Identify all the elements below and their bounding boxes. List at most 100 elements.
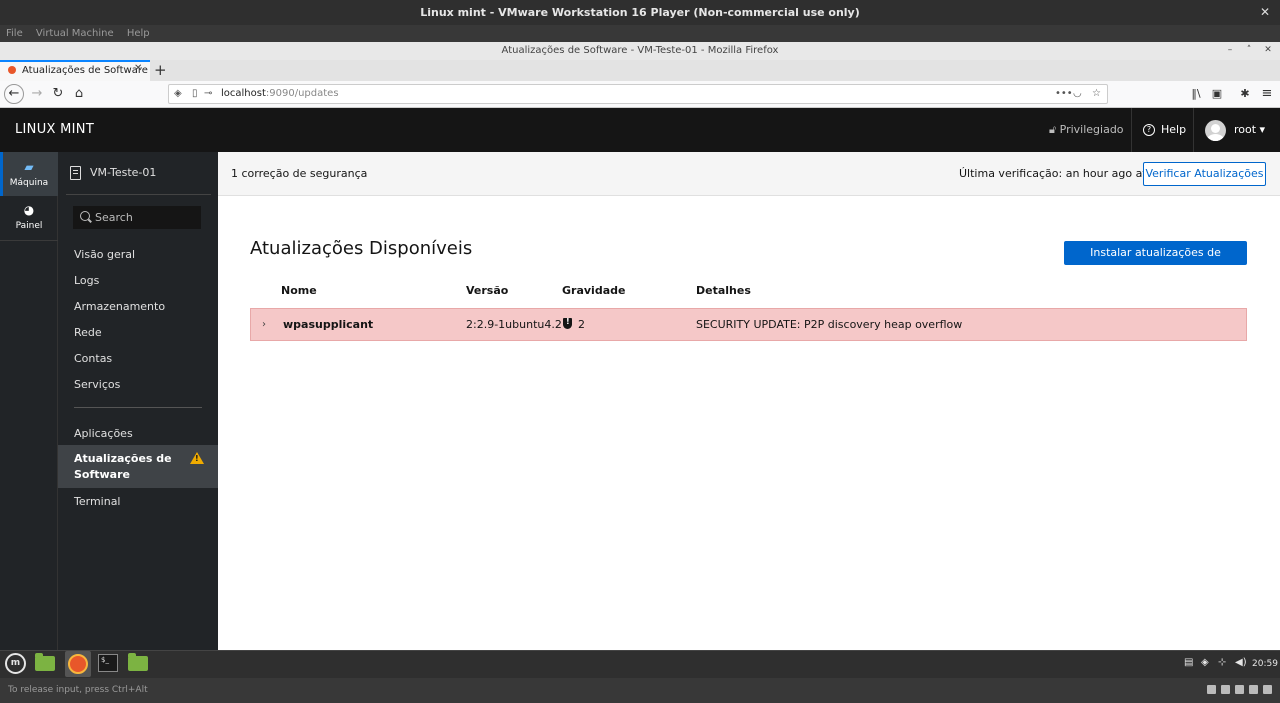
page-title: Atualizações Disponíveis <box>250 238 473 259</box>
sidebar-icon[interactable]: ▣ <box>1210 85 1224 103</box>
package-name: wpasupplicant <box>283 318 374 331</box>
privileged-button[interactable]: 🔓︎ Privilegiado <box>1049 108 1124 152</box>
sidebar-item-aplicacoes[interactable]: Aplicações <box>74 427 204 440</box>
sound-card-icon[interactable] <box>1249 685 1258 694</box>
chevron-right-icon[interactable]: › <box>262 308 266 341</box>
vmware-menu-help[interactable]: Help <box>127 28 150 39</box>
column-header-versao: Versão <box>466 284 509 297</box>
privileged-label: Privilegiado <box>1059 123 1124 136</box>
package-version: 2:2.9-1ubuntu4.2 <box>466 318 562 331</box>
sidebar-divider <box>74 407 202 408</box>
sidebar-item-atualizacoes-label: Atualizações de Software <box>74 452 172 481</box>
sidebar-item-logs[interactable]: Logs <box>74 274 204 287</box>
vmware-menu-bar: File Virtual Machine Help <box>0 25 1280 42</box>
shield-tracking-icon[interactable]: ◈ <box>174 86 182 102</box>
warning-icon: ! <box>190 452 204 464</box>
user-menu[interactable]: root ▾ <box>1234 108 1265 152</box>
rail-divider <box>0 240 58 241</box>
library-icon[interactable]: ‖\ <box>1189 85 1203 103</box>
browser-tab[interactable]: Atualizações de Software - <box>0 60 150 81</box>
cockpit-favicon-icon <box>8 66 16 74</box>
pocket-icon[interactable]: ◡ <box>1073 86 1082 102</box>
package-severity: 2 <box>578 318 585 331</box>
package-details: SECURITY UPDATE: P2P discovery heap over… <box>696 318 963 331</box>
host-name[interactable]: VM-Teste-01 <box>90 152 156 194</box>
new-tab-icon[interactable]: + <box>154 61 167 79</box>
url-path: :9090/updates <box>265 88 339 99</box>
url-host: localhost <box>221 88 266 99</box>
vmware-status-bar: To release input, press Ctrl+Alt <box>0 678 1280 703</box>
security-fix-count: 1 correção de segurança <box>231 167 368 180</box>
terminal-icon[interactable]: $_ <box>98 654 118 672</box>
install-security-updates-button[interactable]: Instalar atualizações de segurança <box>1064 241 1247 283</box>
firefox-icon[interactable] <box>68 654 88 674</box>
sidebar-divider <box>66 194 211 195</box>
network-adapter-icon[interactable] <box>1221 685 1230 694</box>
home-icon[interactable]: ⌂ <box>72 85 86 103</box>
files-folder-icon[interactable] <box>35 653 55 671</box>
vmware-menu-virtual-machine[interactable]: Virtual Machine <box>36 28 114 39</box>
rail-item-maquina[interactable] <box>0 152 58 196</box>
help-button[interactable]: ? Help <box>1143 108 1186 152</box>
clock[interactable]: 20:59 <box>1252 650 1278 678</box>
column-header-detalhes: Detalhes <box>696 284 751 297</box>
header-divider <box>1193 108 1194 152</box>
printer-icon[interactable] <box>1235 685 1244 694</box>
minimize-icon[interactable]: – <box>1224 44 1236 56</box>
mint-menu-icon[interactable]: m <box>5 653 26 674</box>
sidebar-item-rede[interactable]: Rede <box>74 326 204 339</box>
rail-label-maquina: Máquina <box>9 178 49 188</box>
display-icon[interactable] <box>1263 685 1272 694</box>
update-shield-icon[interactable]: ◈ <box>1201 656 1209 670</box>
check-updates-button[interactable]: Verificar Atualizações <box>1143 162 1266 186</box>
url-text[interactable]: localhost:9090/updates <box>221 84 339 104</box>
help-label: Help <box>1161 123 1187 136</box>
dashboard-icon[interactable]: ◕ <box>0 203 58 217</box>
sidebar-item-visao-geral[interactable]: Visão geral <box>74 248 204 261</box>
column-header-nome: Nome <box>281 284 317 297</box>
volume-icon[interactable]: ◀) <box>1235 656 1247 670</box>
security-shield-icon <box>563 317 572 329</box>
sidebar-item-servicos[interactable]: Serviços <box>74 378 204 391</box>
search-icon <box>80 211 90 221</box>
host-document-icon <box>70 166 81 180</box>
main-content <box>218 152 1280 650</box>
tab-close-icon[interactable]: ✕ <box>134 64 144 74</box>
unlock-icon: 🔓︎ <box>1049 123 1060 136</box>
vmware-menu-file[interactable]: File <box>6 28 23 39</box>
maximize-icon[interactable]: ˄ <box>1243 44 1255 56</box>
search-input[interactable] <box>95 206 200 229</box>
bookmark-star-icon[interactable]: ☆ <box>1092 86 1101 102</box>
hamburger-menu-icon[interactable]: ≡ <box>1260 85 1274 103</box>
extensions-icon[interactable]: ✱ <box>1238 85 1252 103</box>
user-label: root <box>1234 123 1257 136</box>
network-icon[interactable]: ⊹ <box>1218 656 1226 670</box>
back-arrow-icon[interactable]: ← <box>4 84 24 104</box>
column-header-gravidade: Gravidade <box>562 284 626 297</box>
header-divider <box>1131 108 1132 152</box>
page-actions-icon[interactable]: ••• <box>1055 86 1073 102</box>
key-icon: ⊸ <box>204 88 213 99</box>
sidebar-item-terminal[interactable]: Terminal <box>74 495 204 508</box>
brand-title: LINUX MINT <box>15 122 95 137</box>
close-icon[interactable]: ✕ <box>1262 44 1274 56</box>
firefox-title-bar: Atualizações de Software - VM-Teste-01 -… <box>0 42 1280 60</box>
taskbar <box>0 650 1280 678</box>
rail-label-painel[interactable]: Painel <box>0 221 58 231</box>
sidebar-item-contas[interactable]: Contas <box>74 352 204 365</box>
vmware-title-bar: Linux mint - VMware Workstation 16 Playe… <box>0 0 1280 25</box>
vmware-close-icon[interactable]: ✕ <box>1258 5 1272 19</box>
help-icon: ? <box>1143 124 1155 136</box>
server-icon: ▰ <box>24 160 34 174</box>
avatar[interactable] <box>1205 120 1226 141</box>
forward-arrow-icon[interactable]: → <box>30 85 44 103</box>
home-folder-icon[interactable] <box>128 653 148 671</box>
tab-strip <box>0 60 1280 81</box>
hdd-icon[interactable] <box>1207 685 1216 694</box>
last-check-text: Última verificação: an hour ago atrás <box>959 167 1164 180</box>
caret-down-icon: ▾ <box>1256 123 1266 136</box>
reload-icon[interactable]: ↻ <box>51 85 65 103</box>
clipboard-icon[interactable]: ▤ <box>1184 656 1193 670</box>
page-info-icon[interactable]: ▯ <box>192 86 198 102</box>
sidebar-item-armazenamento[interactable]: Armazenamento <box>74 300 204 313</box>
